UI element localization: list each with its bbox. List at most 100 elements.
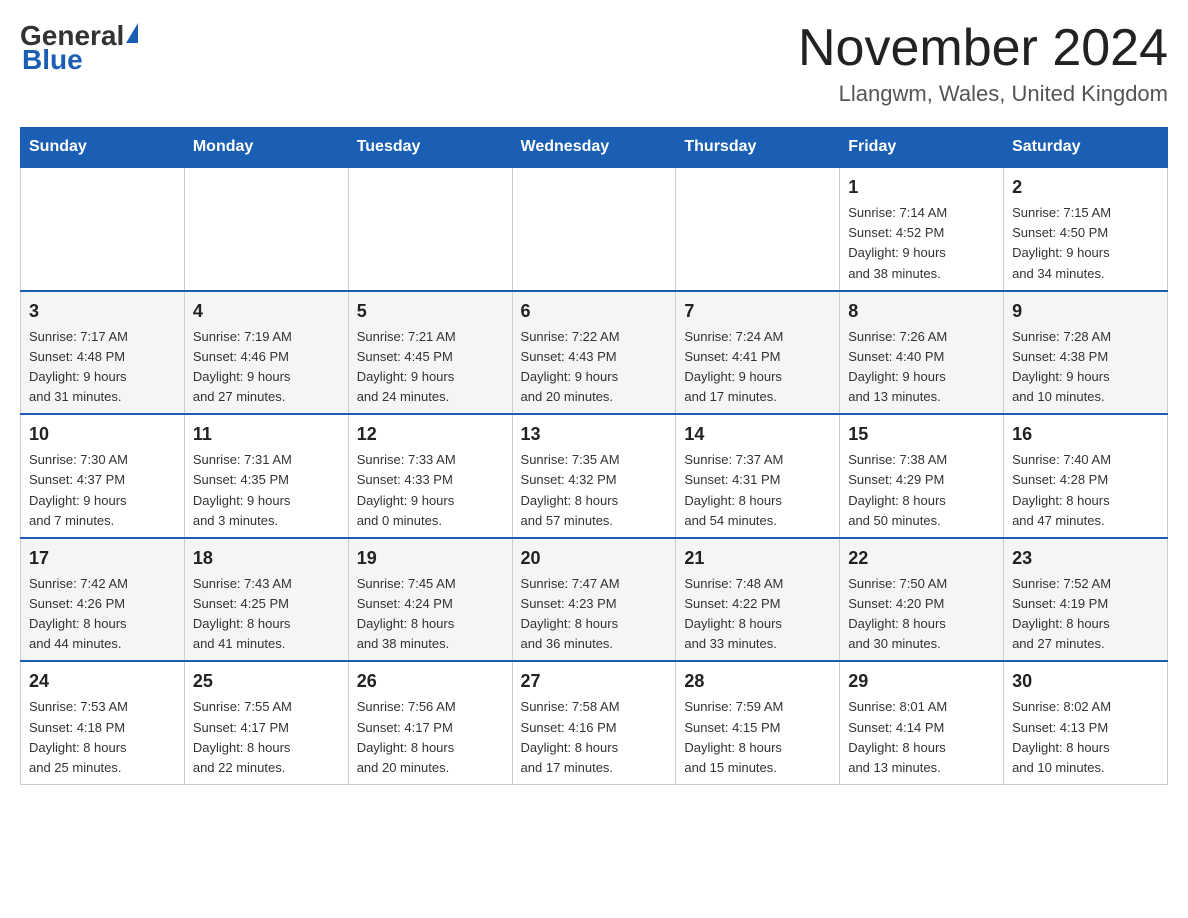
day-info: Sunrise: 7:45 AMSunset: 4:24 PMDaylight:… [357,574,504,655]
header-saturday: Saturday [1004,128,1168,168]
day-info: Sunrise: 7:47 AMSunset: 4:23 PMDaylight:… [521,574,668,655]
day-number: 26 [357,668,504,695]
day-info: Sunrise: 7:22 AMSunset: 4:43 PMDaylight:… [521,327,668,408]
day-number: 10 [29,421,176,448]
calendar-cell: 7Sunrise: 7:24 AMSunset: 4:41 PMDaylight… [676,291,840,415]
calendar-cell: 11Sunrise: 7:31 AMSunset: 4:35 PMDayligh… [184,414,348,538]
calendar-cell: 30Sunrise: 8:02 AMSunset: 4:13 PMDayligh… [1004,661,1168,784]
calendar-cell: 3Sunrise: 7:17 AMSunset: 4:48 PMDaylight… [21,291,185,415]
day-number: 19 [357,545,504,572]
day-number: 9 [1012,298,1159,325]
day-number: 1 [848,174,995,201]
day-info: Sunrise: 7:42 AMSunset: 4:26 PMDaylight:… [29,574,176,655]
month-title: November 2024 [798,20,1168,77]
header-sunday: Sunday [21,128,185,168]
day-info: Sunrise: 7:24 AMSunset: 4:41 PMDaylight:… [684,327,831,408]
page-header: General Blue November 2024 Llangwm, Wale… [20,20,1168,107]
day-info: Sunrise: 8:02 AMSunset: 4:13 PMDaylight:… [1012,697,1159,778]
calendar-cell: 21Sunrise: 7:48 AMSunset: 4:22 PMDayligh… [676,538,840,662]
day-info: Sunrise: 7:43 AMSunset: 4:25 PMDaylight:… [193,574,340,655]
week-row-5: 24Sunrise: 7:53 AMSunset: 4:18 PMDayligh… [21,661,1168,784]
calendar-cell: 28Sunrise: 7:59 AMSunset: 4:15 PMDayligh… [676,661,840,784]
day-info: Sunrise: 7:37 AMSunset: 4:31 PMDaylight:… [684,450,831,531]
day-info: Sunrise: 7:48 AMSunset: 4:22 PMDaylight:… [684,574,831,655]
day-info: Sunrise: 7:31 AMSunset: 4:35 PMDaylight:… [193,450,340,531]
day-number: 23 [1012,545,1159,572]
header-tuesday: Tuesday [348,128,512,168]
day-info: Sunrise: 7:56 AMSunset: 4:17 PMDaylight:… [357,697,504,778]
day-number: 2 [1012,174,1159,201]
day-number: 15 [848,421,995,448]
calendar-cell [512,167,676,291]
calendar-cell [676,167,840,291]
day-number: 13 [521,421,668,448]
calendar-cell: 27Sunrise: 7:58 AMSunset: 4:16 PMDayligh… [512,661,676,784]
day-number: 27 [521,668,668,695]
calendar-cell: 13Sunrise: 7:35 AMSunset: 4:32 PMDayligh… [512,414,676,538]
calendar-cell: 18Sunrise: 7:43 AMSunset: 4:25 PMDayligh… [184,538,348,662]
day-number: 7 [684,298,831,325]
calendar-cell: 9Sunrise: 7:28 AMSunset: 4:38 PMDaylight… [1004,291,1168,415]
day-info: Sunrise: 7:19 AMSunset: 4:46 PMDaylight:… [193,327,340,408]
calendar-cell: 4Sunrise: 7:19 AMSunset: 4:46 PMDaylight… [184,291,348,415]
day-number: 20 [521,545,668,572]
calendar-cell [184,167,348,291]
calendar-cell: 26Sunrise: 7:56 AMSunset: 4:17 PMDayligh… [348,661,512,784]
week-row-3: 10Sunrise: 7:30 AMSunset: 4:37 PMDayligh… [21,414,1168,538]
calendar-cell: 8Sunrise: 7:26 AMSunset: 4:40 PMDaylight… [840,291,1004,415]
header-wednesday: Wednesday [512,128,676,168]
day-info: Sunrise: 7:40 AMSunset: 4:28 PMDaylight:… [1012,450,1159,531]
calendar-cell: 15Sunrise: 7:38 AMSunset: 4:29 PMDayligh… [840,414,1004,538]
title-area: November 2024 Llangwm, Wales, United Kin… [798,20,1168,107]
day-info: Sunrise: 7:21 AMSunset: 4:45 PMDaylight:… [357,327,504,408]
calendar-cell: 20Sunrise: 7:47 AMSunset: 4:23 PMDayligh… [512,538,676,662]
day-number: 16 [1012,421,1159,448]
weekday-header-row: Sunday Monday Tuesday Wednesday Thursday… [21,128,1168,168]
day-info: Sunrise: 7:28 AMSunset: 4:38 PMDaylight:… [1012,327,1159,408]
logo-triangle-icon [126,23,138,43]
calendar-cell: 10Sunrise: 7:30 AMSunset: 4:37 PMDayligh… [21,414,185,538]
calendar-cell: 2Sunrise: 7:15 AMSunset: 4:50 PMDaylight… [1004,167,1168,291]
day-number: 5 [357,298,504,325]
day-number: 28 [684,668,831,695]
day-number: 4 [193,298,340,325]
day-info: Sunrise: 7:30 AMSunset: 4:37 PMDaylight:… [29,450,176,531]
day-number: 12 [357,421,504,448]
calendar-cell: 22Sunrise: 7:50 AMSunset: 4:20 PMDayligh… [840,538,1004,662]
week-row-1: 1Sunrise: 7:14 AMSunset: 4:52 PMDaylight… [21,167,1168,291]
day-info: Sunrise: 7:53 AMSunset: 4:18 PMDaylight:… [29,697,176,778]
calendar-cell: 16Sunrise: 7:40 AMSunset: 4:28 PMDayligh… [1004,414,1168,538]
header-friday: Friday [840,128,1004,168]
calendar-cell: 1Sunrise: 7:14 AMSunset: 4:52 PMDaylight… [840,167,1004,291]
calendar-cell: 25Sunrise: 7:55 AMSunset: 4:17 PMDayligh… [184,661,348,784]
calendar-cell: 23Sunrise: 7:52 AMSunset: 4:19 PMDayligh… [1004,538,1168,662]
day-number: 29 [848,668,995,695]
day-number: 8 [848,298,995,325]
day-info: Sunrise: 7:58 AMSunset: 4:16 PMDaylight:… [521,697,668,778]
day-number: 17 [29,545,176,572]
day-info: Sunrise: 7:35 AMSunset: 4:32 PMDaylight:… [521,450,668,531]
day-number: 25 [193,668,340,695]
location-subtitle: Llangwm, Wales, United Kingdom [798,81,1168,107]
day-number: 22 [848,545,995,572]
calendar-cell [348,167,512,291]
day-number: 18 [193,545,340,572]
day-info: Sunrise: 7:14 AMSunset: 4:52 PMDaylight:… [848,203,995,284]
day-number: 21 [684,545,831,572]
day-info: Sunrise: 7:33 AMSunset: 4:33 PMDaylight:… [357,450,504,531]
day-info: Sunrise: 7:50 AMSunset: 4:20 PMDaylight:… [848,574,995,655]
calendar-cell: 24Sunrise: 7:53 AMSunset: 4:18 PMDayligh… [21,661,185,784]
logo: General Blue [20,20,138,76]
day-info: Sunrise: 7:26 AMSunset: 4:40 PMDaylight:… [848,327,995,408]
day-number: 24 [29,668,176,695]
calendar-cell [21,167,185,291]
calendar-cell: 5Sunrise: 7:21 AMSunset: 4:45 PMDaylight… [348,291,512,415]
day-number: 3 [29,298,176,325]
calendar-cell: 14Sunrise: 7:37 AMSunset: 4:31 PMDayligh… [676,414,840,538]
week-row-4: 17Sunrise: 7:42 AMSunset: 4:26 PMDayligh… [21,538,1168,662]
day-number: 11 [193,421,340,448]
header-thursday: Thursday [676,128,840,168]
day-info: Sunrise: 8:01 AMSunset: 4:14 PMDaylight:… [848,697,995,778]
day-number: 30 [1012,668,1159,695]
day-info: Sunrise: 7:59 AMSunset: 4:15 PMDaylight:… [684,697,831,778]
